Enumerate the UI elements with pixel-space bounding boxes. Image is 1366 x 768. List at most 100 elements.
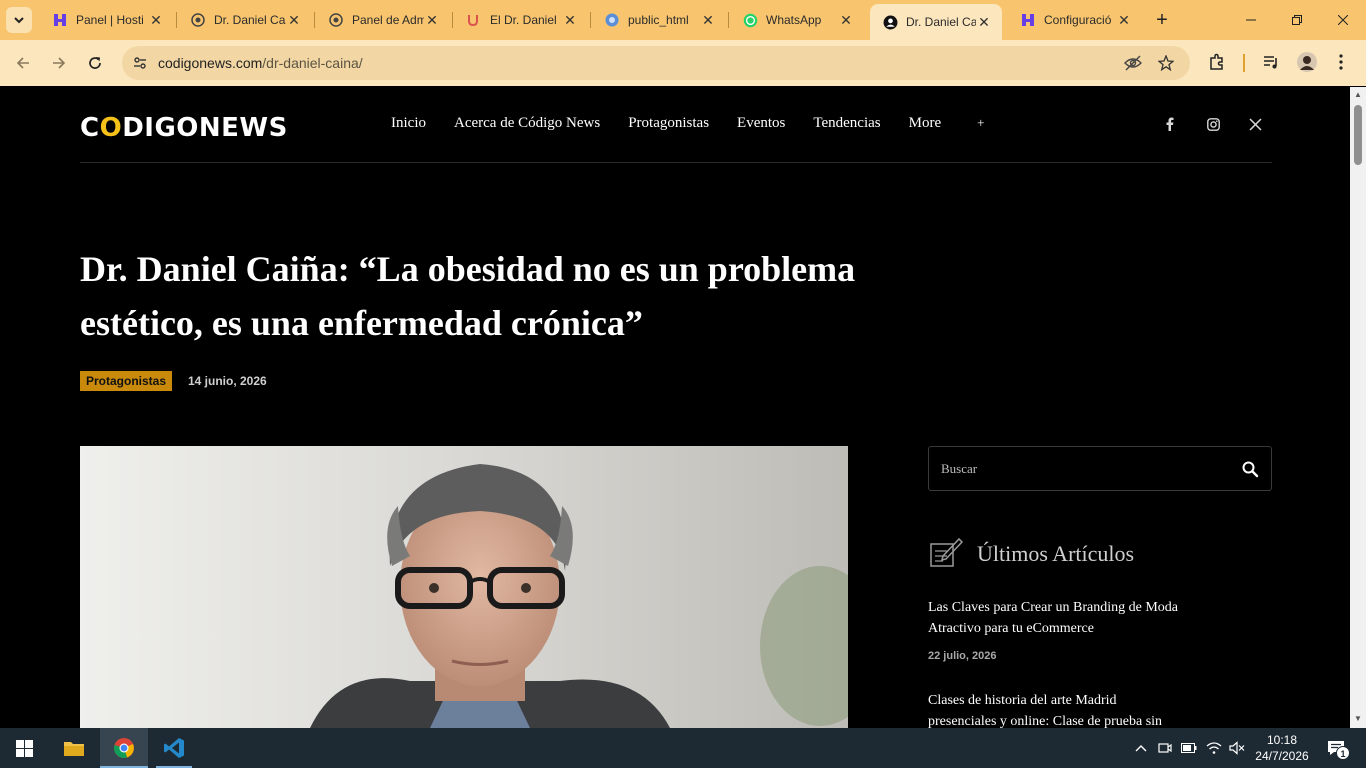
system-clock[interactable]: 10:18 24/7/2026: [1250, 732, 1314, 764]
web-page: CODIGONEWS Inicio Acerca de Código News …: [0, 87, 1350, 728]
pencil-note-icon: [930, 537, 963, 567]
nav-item-inicio[interactable]: Inicio: [391, 115, 426, 132]
url-text: codigonews.com/dr-daniel-caina/: [158, 55, 363, 71]
media-queue-icon: [1264, 56, 1277, 69]
site-favicon-icon: [882, 14, 898, 30]
reload-icon: [89, 57, 101, 69]
facebook-icon[interactable]: [1162, 116, 1178, 132]
sidebar-search: [928, 446, 1272, 491]
close-tab-icon[interactable]: ✕: [424, 12, 440, 28]
start-button[interactable]: [0, 728, 48, 768]
new-tab-button[interactable]: +: [1150, 8, 1174, 32]
hostinger-icon: [1020, 12, 1036, 28]
show-hidden-icons-button[interactable]: [1132, 739, 1150, 757]
page-scrollbar[interactable]: ▲ ▼: [1350, 87, 1366, 728]
search-input[interactable]: [941, 459, 1231, 479]
url-host: codigonews.com: [158, 55, 263, 71]
url-path: /dr-daniel-caina/: [262, 55, 363, 71]
tab-separator: [728, 12, 729, 28]
taskbar-file-explorer[interactable]: [50, 728, 98, 768]
main-nav: Inicio Acerca de Código News Protagonist…: [391, 115, 1040, 132]
star-icon[interactable]: [1158, 55, 1174, 71]
scrollbar-thumb[interactable]: [1354, 105, 1362, 165]
close-tab-icon[interactable]: ✕: [838, 12, 854, 28]
nav-item-tendencias[interactable]: Tendencias: [813, 115, 880, 132]
close-tab-icon[interactable]: ✕: [562, 12, 578, 28]
logo-text: C: [80, 113, 100, 143]
latest-articles-heading: Últimos Artículos: [977, 541, 1135, 566]
nav-item-protagonistas[interactable]: Protagonistas: [628, 115, 709, 132]
forward-button[interactable]: [45, 49, 73, 77]
hostinger-icon: [52, 12, 68, 28]
battery-icon[interactable]: [1180, 739, 1198, 757]
browser-tab-5[interactable]: public_html ✕: [592, 6, 726, 34]
tab-separator: [176, 12, 177, 28]
browser-tab-4[interactable]: El Dr. Daniel ✕: [454, 6, 588, 34]
tab-title: public_html: [628, 13, 689, 27]
tab-separator: [452, 12, 453, 28]
windows-logo-icon: [15, 739, 33, 757]
eye-off-icon[interactable]: [1124, 55, 1142, 71]
reload-button[interactable]: [81, 49, 109, 77]
latest-article-date: 22 julio, 2026: [928, 650, 997, 662]
instagram-icon[interactable]: [1205, 116, 1221, 132]
nav-item-more[interactable]: More +: [909, 115, 1013, 132]
browser-tab-2[interactable]: Dr. Daniel Ca ✕: [178, 6, 312, 34]
scroll-down-arrow-icon[interactable]: ▼: [1353, 714, 1363, 724]
notification-center-button[interactable]: 1: [1324, 739, 1350, 760]
browser-tab-6[interactable]: WhatsApp ✕: [730, 6, 864, 34]
u-logo-icon: [466, 12, 482, 28]
article-title: Dr. Daniel Caiña: “La obesidad no es un …: [80, 249, 856, 343]
nav-more-label: More: [908, 115, 942, 131]
taskbar-vscode[interactable]: [150, 728, 198, 768]
nav-item-acerca[interactable]: Acerca de Código News: [454, 115, 600, 132]
taskbar-chrome[interactable]: [100, 728, 148, 768]
minimize-icon: [1246, 19, 1256, 21]
header-divider: [80, 162, 1272, 163]
browser-tab-7-active[interactable]: Dr. Daniel Ca ✕: [870, 4, 1002, 40]
article-date: 14 junio, 2026: [188, 374, 267, 388]
close-tab-icon[interactable]: ✕: [700, 12, 716, 28]
clock-date: 24/7/2026: [1255, 749, 1309, 763]
browser-tab-bar: Panel | Hosti ✕ Dr. Daniel Ca ✕ Panel de…: [0, 0, 1366, 40]
x-twitter-icon[interactable]: [1247, 116, 1263, 132]
arrow-right-icon: [53, 57, 66, 69]
browser-tab-8[interactable]: Configuració ✕: [1008, 6, 1142, 34]
chevron-up-icon: [1135, 745, 1147, 752]
minimize-button[interactable]: [1228, 0, 1274, 40]
tab-search-button[interactable]: [6, 7, 32, 33]
folder-icon: [64, 742, 84, 756]
category-badge[interactable]: Protagonistas: [80, 371, 173, 391]
volume-muted-icon[interactable]: [1228, 739, 1246, 757]
site-logo[interactable]: CODIGONEWS: [80, 113, 288, 143]
search-icon[interactable]: [1241, 460, 1259, 478]
wifi-icon[interactable]: [1205, 739, 1223, 757]
latest-article-title[interactable]: Clases de historia del arte Madrid prese…: [928, 690, 1178, 728]
close-tab-icon[interactable]: ✕: [1116, 12, 1132, 28]
close-tab-icon[interactable]: ✕: [286, 12, 302, 28]
close-tab-icon[interactable]: ✕: [148, 12, 164, 28]
media-control-button[interactable]: [1260, 51, 1282, 73]
tab-separator: [314, 12, 315, 28]
clock-time: 10:18: [1266, 733, 1298, 747]
browser-tab-1[interactable]: Panel | Hosti ✕: [40, 6, 174, 34]
restore-icon: [1292, 15, 1302, 25]
nav-item-eventos[interactable]: Eventos: [737, 115, 785, 132]
browser-menu-button[interactable]: [1330, 51, 1352, 73]
back-button[interactable]: [9, 49, 37, 77]
profile-avatar[interactable]: [1296, 51, 1318, 73]
close-window-button[interactable]: [1320, 0, 1366, 40]
close-tab-icon[interactable]: ✕: [976, 14, 992, 30]
latest-article-title[interactable]: Las Claves para Crear un Branding de Mod…: [928, 597, 1208, 639]
portrait-illustration: [80, 446, 848, 728]
restore-button[interactable]: [1274, 0, 1320, 40]
scroll-up-arrow-icon[interactable]: ▲: [1353, 90, 1363, 100]
extensions-button[interactable]: [1206, 51, 1228, 73]
browser-tab-3[interactable]: Panel de Adm ✕: [316, 6, 450, 34]
tab-title: Panel | Hosti: [76, 13, 144, 27]
more-vertical-icon: [1339, 54, 1343, 70]
site-settings-icon[interactable]: [132, 55, 148, 71]
meet-now-icon[interactable]: [1156, 739, 1174, 757]
tab-title: Dr. Daniel Ca: [214, 13, 286, 27]
address-bar[interactable]: codigonews.com/dr-daniel-caina/: [122, 46, 1190, 80]
